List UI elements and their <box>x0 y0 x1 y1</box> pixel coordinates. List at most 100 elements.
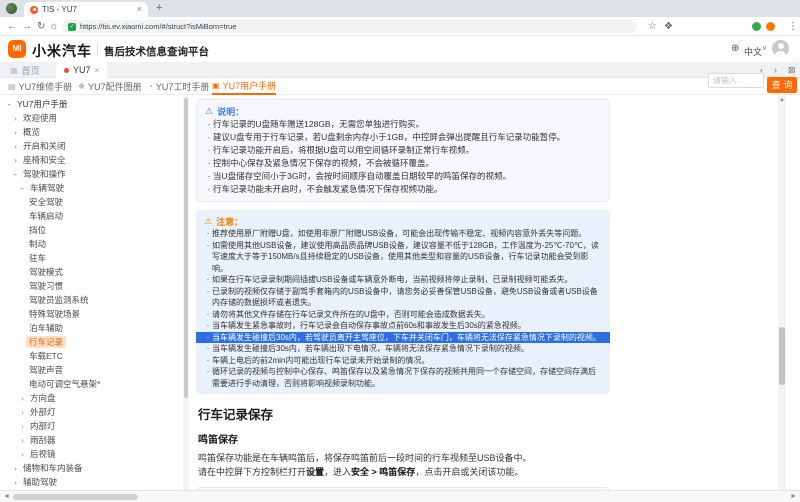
chevron-right-icon: › <box>11 142 20 151</box>
browser-profile-avatar[interactable] <box>6 3 17 14</box>
sidebar-item[interactable]: › 泊车辅助 <box>0 321 183 335</box>
back-icon[interactable]: ← <box>7 20 17 33</box>
tab-home[interactable]: ▦ 首页 <box>2 62 48 78</box>
content-scrollbar[interactable]: ▲ <box>778 95 786 490</box>
sidebar-item[interactable]: › 开启和关闭 <box>0 139 183 153</box>
paragraph: 请在中控屏下方控制栏打开设置，进入安全 > 鸣笛保存，点击开启或关闭该功能。 <box>198 465 778 479</box>
scrollbar-thumb[interactable] <box>779 327 785 385</box>
sidebar-item[interactable]: › 外部灯 <box>0 405 183 419</box>
sidebar-item[interactable]: › 储物和车内装备 <box>0 461 183 475</box>
extensions-icon[interactable]: ❖ <box>664 20 673 33</box>
close-icon[interactable]: × <box>95 66 100 75</box>
sidebar-item[interactable]: › 后视镜 <box>0 447 183 461</box>
close-all-tabs-icon[interactable]: ⊠ <box>788 65 796 76</box>
sidebar-item[interactable]: › 驾驶模式 <box>0 265 183 279</box>
chevron-right-icon: › <box>11 478 20 487</box>
sidebar-item[interactable]: › 行车记录 <box>0 335 183 349</box>
warning-bullet: · 已录制的视频仅存储于副驾手套箱内的USB设备中，请您务必妥善保管USB设备，… <box>204 286 602 309</box>
warning-bullet: · 请勿将其他文件存储在行车记录文件所在的U盘中，否则可能会造成数据丢失。 <box>204 309 602 321</box>
nav-user-manual[interactable]: ▣ YU7用户手册 <box>212 78 276 95</box>
scrollbar-thumb[interactable] <box>13 494 138 500</box>
sidebar-item[interactable]: › 特殊驾驶场景 <box>0 307 183 321</box>
sidebar-item[interactable]: › 座椅和安全 <box>0 153 183 167</box>
home-icon[interactable]: ⌂ <box>51 20 57 33</box>
user-avatar-icon[interactable] <box>772 40 789 57</box>
scrollbar-thumb[interactable] <box>184 98 188 398</box>
sidebar-item[interactable]: › 驾驶和操作 <box>0 167 183 181</box>
sidebar-item-label: 行车记录 <box>26 336 66 348</box>
browser-tab[interactable]: TIS - YU7 × <box>24 2 148 17</box>
parts-catalog-icon: ❖ <box>78 82 85 91</box>
language-switcher[interactable]: 中文 <box>744 45 762 58</box>
globe-icon: ⊕ <box>731 43 739 54</box>
sidebar-item[interactable]: › 欢迎使用 <box>0 111 183 125</box>
search-button[interactable]: 查询 <box>767 77 797 93</box>
search-input[interactable] <box>708 73 764 88</box>
sidebar-item[interactable]: › 驾驶习惯 <box>0 279 183 293</box>
sidebar-item[interactable]: › 方向盘 <box>0 391 183 405</box>
sidebar-item[interactable]: › 驾驶员监测系统 <box>0 293 183 307</box>
nav-labor-manual[interactable]: ◔ YU7工时手册 <box>148 78 209 95</box>
extension-avatar-icon[interactable] <box>752 22 761 31</box>
sidebar-item[interactable]: › 电动可调空气悬架* <box>0 377 183 391</box>
info-triangle-icon: ⚠ <box>205 106 213 117</box>
sidebar-item[interactable]: › 辅助驾驶 <box>0 475 183 489</box>
browser-menu-icon[interactable]: ⋮ <box>788 20 798 33</box>
sidebar-item[interactable]: › 安全驾驶 <box>0 195 183 209</box>
sidebar-item[interactable]: › 车载ETC <box>0 349 183 363</box>
warning-box: ⚠ 注意： · 推荐使用原厂附赠U盘，如使用非原厂附赠USB设备，可能会出现传输… <box>196 210 610 394</box>
scroll-left-icon[interactable]: ◄ <box>3 493 10 500</box>
sidebar-item[interactable]: › YU7用户手册 <box>0 97 183 111</box>
sidebar-item-label: 方向盘 <box>27 392 59 404</box>
sidebar-item-label: 外部灯 <box>27 406 59 418</box>
sidebar-scrollbar[interactable] <box>183 95 189 490</box>
sidebar-item[interactable]: › 内部灯 <box>0 419 183 433</box>
address-bar[interactable]: ✓ https://tis.ev.xiaomi.com/#/struct?isM… <box>62 20 637 33</box>
site-security-shield-icon[interactable]: ✓ <box>68 23 76 31</box>
bullet-dot: · <box>205 144 213 157</box>
bullet-dot: · <box>204 286 212 309</box>
sidebar-item-label: 开启和关闭 <box>20 140 69 152</box>
bullet-dot: · <box>204 343 212 355</box>
horizontal-scrollbar[interactable]: ◄ ► <box>0 490 800 502</box>
note-bullet: · 行车记录功能开启后，将根据U盘可以用空间循环录制正常行车视频。 <box>205 144 601 157</box>
nav-parts-catalog[interactable]: ❖ YU7配件图册 <box>78 78 142 95</box>
para-text: ，点击开启或关闭该功能。 <box>415 467 523 477</box>
warning-bullet: · 当车辆发生碰撞后30s内，若车辆出现下电情况，车辆将无法保存紧急情况下录制的… <box>204 343 602 355</box>
tab-scroll-right-icon[interactable]: › <box>774 65 777 75</box>
sidebar-item[interactable]: › 车辆驾驶 <box>0 181 183 195</box>
close-icon[interactable]: × <box>137 5 142 14</box>
extension-avatar-icon[interactable] <box>766 22 775 31</box>
sidebar-item-label: 储物和车内装备 <box>20 462 86 474</box>
sidebar-item[interactable]: › 制动 <box>0 237 183 251</box>
sidebar-item-label: 后视镜 <box>27 448 59 460</box>
forward-icon[interactable]: → <box>22 20 32 33</box>
bullet-dot: · <box>204 240 212 275</box>
note-bullet: · 行车记录的U盘随车赠送128GB，无需您单独进行购买。 <box>205 118 601 131</box>
scroll-up-icon[interactable]: ▲ <box>778 97 786 103</box>
browser-tabstrip: TIS - YU7 × + <box>0 0 800 17</box>
labor-hours-icon: ◔ <box>148 82 153 91</box>
warning-bullet: · 推荐使用原厂附赠U盘，如使用非原厂附赠USB设备，可能会出现传输不稳定、视频… <box>204 228 602 240</box>
sidebar-item[interactable]: › 概览 <box>0 125 183 139</box>
nav-repair-manual[interactable]: ▤ YU7维修手册 <box>8 78 72 95</box>
sidebar-item[interactable]: › 驾驶声音 <box>0 363 183 377</box>
warning-bullet: · 当车辆发生紧急事故时，行车记录会自动保存事故点前60s和事故发生后30s的紧… <box>204 320 602 332</box>
tab-dot-icon <box>64 68 69 73</box>
chevron-right-icon: › <box>18 436 27 445</box>
sidebar-item[interactable]: › 驻车 <box>0 251 183 265</box>
tab-yu7[interactable]: YU7 × <box>56 62 107 78</box>
chevron-right-icon: › <box>11 114 20 123</box>
sidebar-item-label: 制动 <box>26 238 49 250</box>
new-tab-icon[interactable]: + <box>156 2 162 14</box>
sidebar-item[interactable]: › 雨刮器 <box>0 433 183 447</box>
section-title: 行车记录保存 <box>198 404 778 423</box>
bullet-dot: · <box>204 355 212 367</box>
sidebar-item[interactable]: › 车辆启动 <box>0 209 183 223</box>
bullet-dot: · <box>205 183 213 196</box>
brand-title: 小米汽车 <box>32 41 92 61</box>
reload-icon[interactable]: ↻ <box>37 20 45 33</box>
scroll-right-icon[interactable]: ► <box>790 493 797 500</box>
bookmark-star-icon[interactable]: ☆ <box>648 20 657 33</box>
sidebar-item[interactable]: › 挡位 <box>0 223 183 237</box>
